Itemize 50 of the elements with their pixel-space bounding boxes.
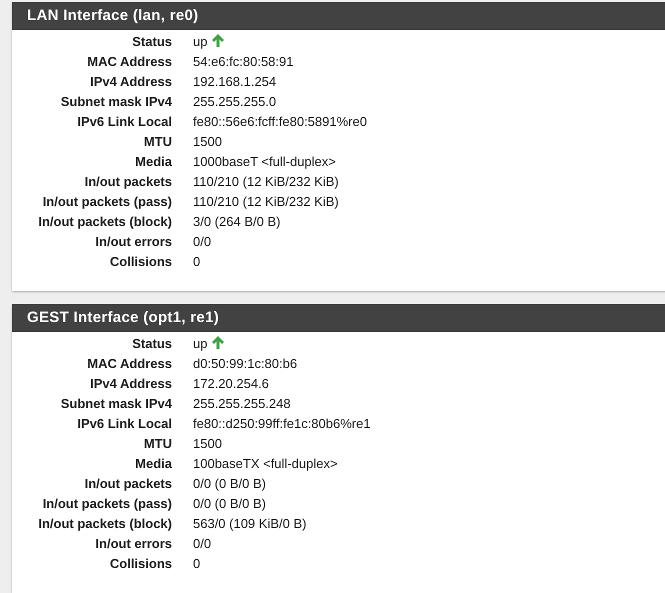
field-value: 54:e6:fc:80:58:91 [193,53,294,72]
field-value: 563/0 (109 KiB/0 B) [193,515,306,534]
field-value: 110/210 (12 KiB/232 KiB) [193,193,339,212]
field-label: Collisions [108,555,172,574]
field-label: In/out packets (block) [37,213,172,232]
field-value: up [193,335,208,354]
field-value: 0 [193,253,200,272]
field-label: Subnet mask IPv4 [60,395,172,414]
panel-title: LAN Interface (lan, re0) [12,2,665,30]
field-value: 0/0 (0 B/0 B) [193,475,266,494]
panel-title: GEST Interface (opt1, re1) [12,304,665,332]
field-label: Subnet mask IPv4 [60,93,172,112]
field-label: In/out packets [84,475,172,494]
field-value: fe80::56e6:fcff:fe80:5891%re0 [193,113,367,132]
field-label: Media [134,153,172,172]
field-value: 100baseTX <full-duplex> [193,455,338,474]
field-value: 1500 [193,435,222,454]
field-value: 255.255.255.0 [193,93,276,112]
field-value: 255.255.255.248 [193,395,291,414]
field-label: In/out packets (pass) [42,193,172,212]
field-value: 0/0 [193,233,212,252]
field-label: MTU [142,133,172,152]
field-value: 0/0 (0 B/0 B) [193,495,266,514]
field-value: up [193,33,208,52]
field-value: 1500 [193,133,222,152]
field-value: 0 [193,555,200,574]
field-label: MAC Address [86,53,172,72]
field-label: Status [131,33,172,52]
field-label: Collisions [108,253,172,272]
field-label: IPv6 Link Local [76,415,172,434]
field-value: 172.20.254.6 [193,375,269,394]
field-value: 3/0 (264 B/0 B) [193,213,280,232]
field-label: MAC Address [86,355,172,374]
field-label: Media [134,455,172,474]
field-label: Status [131,335,172,354]
field-label: In/out packets [84,173,172,192]
field-value: d0:50:99:1c:80:b6 [193,355,298,374]
field-label: IPv4 Address [89,73,172,92]
field-value: fe80::d250:99ff:fe1c:80b6%re1 [193,415,371,434]
field-value: 0/0 [193,535,212,554]
field-label: In/out packets (block) [37,515,172,534]
field-value: 1000baseT <full-duplex> [193,153,336,172]
field-label: In/out packets (pass) [42,495,172,514]
field-label: In/out errors [94,233,172,252]
field-label: In/out errors [94,535,172,554]
field-label: MTU [142,435,172,454]
field-value: 192.168.1.254 [193,73,276,92]
field-label: IPv4 Address [89,375,172,394]
field-label: IPv6 Link Local [76,113,172,132]
field-value: 110/210 (12 KiB/232 KiB) [193,173,339,192]
